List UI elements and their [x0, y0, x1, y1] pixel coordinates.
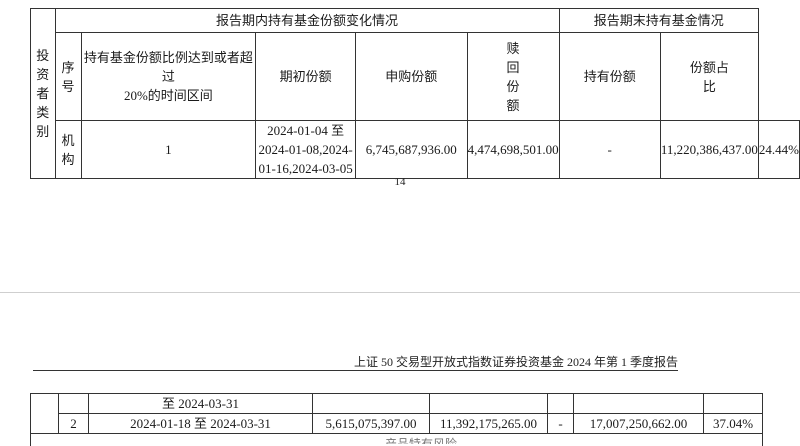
- ratio-cell: 37.04%: [703, 413, 763, 434]
- opening-cell: 6,745,687,936.00: [355, 120, 468, 179]
- running-header: 上证 50 交易型开放式指数证券投资基金 2024 年第 1 季度报告: [353, 355, 678, 369]
- holdings-table-page1: 投 资 者 类 别 报告期内持有基金份额变化情况 报告期末持有基金情况 序号 持…: [30, 8, 800, 179]
- subscribe-header: 申购份额: [355, 32, 468, 121]
- interval-header: 持有基金份额比例达到或者超过 20%的时间区间: [80, 32, 257, 121]
- seq-cell: 2: [58, 413, 89, 434]
- holding-header: 持有份额: [558, 32, 661, 121]
- subscribe-cell-cont: [429, 393, 548, 414]
- investor-type-cell-cont: [30, 393, 59, 434]
- redeem-header: 赎 回 份 额: [466, 32, 560, 121]
- holding-cell: 17,007,250,662.00: [573, 413, 704, 434]
- seq-cell-cont: [58, 393, 89, 414]
- ratio-cell: 24.44%: [757, 120, 800, 179]
- interval-cell: 2024-01-18 至 2024-03-31: [88, 413, 313, 434]
- seq-header: 序号: [54, 32, 82, 121]
- seq-cell: 1: [80, 120, 257, 179]
- ratio-header: 份额占比: [659, 32, 759, 121]
- page-separator: [0, 292, 800, 293]
- subscribe-cell: 11,392,175,265.00: [429, 413, 548, 434]
- investor-type-header: 投 资 者 类 别: [30, 8, 56, 179]
- redeem-cell: -: [547, 413, 574, 434]
- redeem-cell-cont: [547, 393, 574, 414]
- holding-cell-cont: [573, 393, 704, 414]
- change-group-header: 报告期内持有基金份额变化情况: [54, 8, 560, 33]
- cutoff-section-title: 产品特有风险: [385, 437, 458, 444]
- opening-cell: 5,615,075,397.00: [312, 413, 430, 434]
- end-group-header: 报告期末持有基金情况: [558, 8, 759, 33]
- opening-cell-cont: [312, 393, 430, 414]
- opening-header: 期初份额: [255, 32, 357, 121]
- subscribe-cell: 4,474,698,501.00: [466, 120, 560, 179]
- holding-cell: 11,220,386,437.00: [659, 120, 759, 179]
- redeem-cell: -: [558, 120, 661, 179]
- page-gap: [0, 196, 800, 296]
- investor-type-cell: 机构: [54, 120, 82, 179]
- running-header-rule: [33, 370, 678, 371]
- ratio-cell-cont: [703, 393, 763, 414]
- interval-cell-cont: 至 2024-03-31: [88, 393, 313, 414]
- interval-cell: 2024-01-04 至 2024-01-08,2024-01-16,2024-0…: [255, 120, 357, 179]
- page-number: 14: [394, 176, 406, 188]
